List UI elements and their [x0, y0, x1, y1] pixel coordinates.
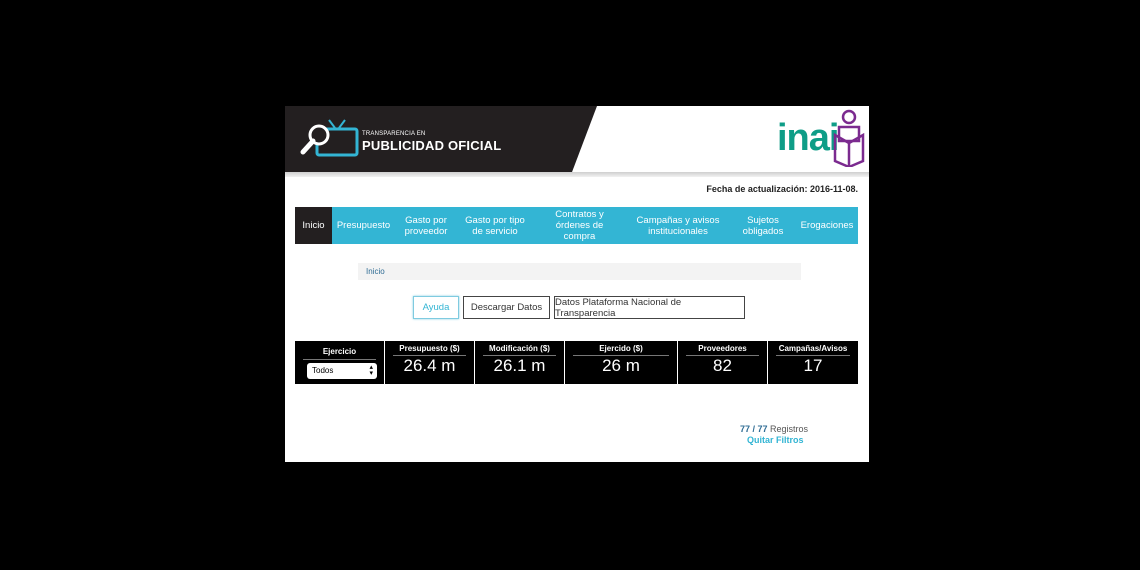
- stat-ejercicio-label: Ejercicio: [322, 347, 357, 356]
- nav-item-gasto-servicio[interactable]: Gasto por tipo de servicio: [457, 207, 533, 244]
- logo-title: PUBLICIDAD OFICIAL: [362, 138, 502, 153]
- stat-presupuesto-label: Presupuesto ($): [399, 344, 460, 353]
- platform-data-button[interactable]: Datos Plataforma Nacional de Transparenc…: [554, 296, 745, 319]
- site-header: TRANSPARENCIA EN PUBLICIDAD OFICIAL inai: [285, 106, 869, 172]
- stat-ejercido-label: Ejercido ($): [599, 344, 643, 353]
- nav-item-presupuesto[interactable]: Presupuesto: [332, 207, 395, 244]
- header-shadow-bar: [285, 172, 869, 177]
- records-count: 77 / 77 Registros: [740, 424, 808, 434]
- stat-campanas: Campañas/Avisos 17: [768, 341, 858, 384]
- nav-item-erogaciones[interactable]: Erogaciones: [796, 207, 858, 244]
- stat-campanas-label: Campañas/Avisos: [778, 344, 848, 353]
- records-label: Registros: [767, 424, 809, 434]
- stat-proveedores-value: 82: [713, 356, 732, 375]
- app-frame: TRANSPARENCIA EN PUBLICIDAD OFICIAL inai…: [285, 106, 869, 462]
- select-arrows-icon: ▴ ▾: [369, 364, 373, 377]
- records-separator: /: [750, 424, 758, 434]
- nav-item-campanas[interactable]: Campañas y avisos institucionales: [626, 207, 730, 244]
- records-total: 77: [757, 424, 768, 434]
- download-data-button[interactable]: Descargar Datos: [463, 296, 550, 319]
- stat-proveedores-label: Proveedores: [698, 344, 747, 353]
- stat-campanas-value: 17: [803, 356, 823, 375]
- update-date: Fecha de actualización: 2016-11-08.: [706, 184, 858, 194]
- nav-item-contratos[interactable]: Contratos y órdenes de compra: [533, 207, 626, 244]
- stat-divider: [303, 359, 376, 360]
- magnifier-tv-icon[interactable]: [299, 118, 361, 162]
- stat-ejercido: Ejercido ($) 26 m: [565, 341, 677, 384]
- clear-filters-link[interactable]: Quitar Filtros: [747, 435, 804, 445]
- ejercicio-select-value: Todos: [312, 366, 334, 375]
- stat-ejercicio: Ejercicio Todos ▴ ▾: [295, 341, 384, 384]
- update-label: Fecha de actualización:: [706, 184, 808, 194]
- stat-modificacion-label: Modificación ($): [489, 344, 550, 353]
- inai-logo-text[interactable]: inai: [777, 116, 839, 160]
- breadcrumb: Inicio: [358, 263, 801, 280]
- ejercicio-select[interactable]: Todos ▴ ▾: [307, 363, 377, 379]
- nav-item-sujetos[interactable]: Sujetos obligados: [730, 207, 796, 244]
- stat-presupuesto: Presupuesto ($) 26.4 m: [385, 341, 474, 384]
- help-button[interactable]: Ayuda: [413, 296, 459, 319]
- stat-modificacion-value: 26.1 m: [493, 356, 546, 375]
- stat-modificacion: Modificación ($) 26.1 m: [475, 341, 564, 384]
- nav-item-gasto-proveedor[interactable]: Gasto por proveedor: [395, 207, 457, 244]
- stat-ejercido-value: 26 m: [602, 356, 640, 375]
- nav-item-inicio[interactable]: Inicio: [295, 207, 332, 244]
- stat-proveedores: Proveedores 82: [678, 341, 767, 384]
- main-nav: Inicio Presupuesto Gasto por proveedor G…: [295, 207, 858, 244]
- stat-presupuesto-value: 26.4 m: [403, 356, 456, 375]
- update-value: 2016-11-08.: [809, 184, 858, 194]
- logo-subtitle: TRANSPARENCIA EN: [362, 131, 426, 137]
- records-shown: 77: [740, 424, 751, 434]
- inai-person-icon: [833, 109, 865, 167]
- breadcrumb-home[interactable]: Inicio: [366, 267, 385, 276]
